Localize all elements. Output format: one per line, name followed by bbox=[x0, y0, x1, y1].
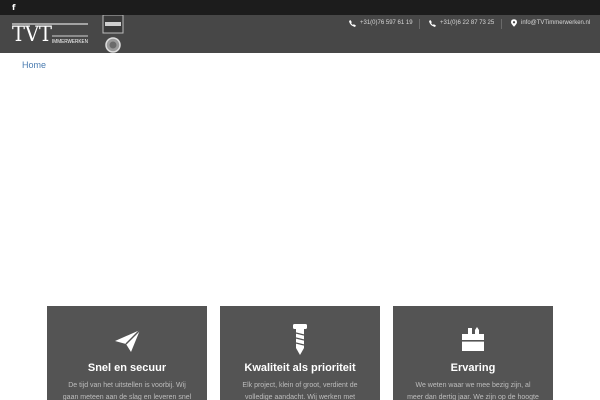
top-bar: f bbox=[0, 0, 600, 15]
card-text: Elk project, klein of groot, verdient de… bbox=[242, 382, 358, 400]
phone-icon bbox=[429, 19, 436, 27]
site-logo[interactable]: TVT IMMERWERKEN bbox=[12, 22, 92, 48]
phone-2-text: +31(0)6 22 87 73 25 bbox=[440, 20, 495, 26]
feature-card-quality: Kwaliteit als prioriteit Elk project, kl… bbox=[220, 306, 380, 400]
phone-2-link[interactable]: +31(0)6 22 87 73 25 bbox=[429, 15, 494, 31]
logo-subtext: IMMERWERKEN bbox=[52, 39, 88, 45]
toolbox-icon bbox=[462, 327, 484, 351]
feature-card-experience: Ervaring We weten waar we mee bezig zijn… bbox=[393, 306, 553, 400]
phone-1-link[interactable]: +31(0)76 597 61 19 bbox=[349, 15, 413, 31]
card-title: Snel en secuur bbox=[87, 362, 167, 374]
email-link[interactable]: info@TVTimmerwerken.nl bbox=[511, 15, 590, 31]
screw-icon bbox=[293, 324, 307, 355]
email-text: info@TVTimmerwerken.nl bbox=[521, 20, 591, 26]
feature-card-speed: Snel en secuur De tijd van het uitstelle… bbox=[47, 306, 207, 400]
phone-icon bbox=[349, 19, 356, 27]
paper-plane-icon bbox=[115, 329, 141, 352]
site-header: TVT IMMERWERKEN +31(0)76 597 61 19 +31(0… bbox=[0, 15, 600, 53]
contact-divider bbox=[419, 19, 420, 29]
phone-1-text: +31(0)76 597 61 19 bbox=[360, 20, 413, 26]
facebook-icon[interactable]: f bbox=[12, 1, 15, 14]
quality-badge-icon bbox=[102, 15, 124, 53]
contact-divider bbox=[501, 19, 502, 29]
card-text: We weten waar we mee bezig zijn, al meer… bbox=[407, 382, 539, 400]
logo-text: TVT bbox=[12, 22, 52, 46]
location-pin-icon bbox=[511, 19, 517, 27]
card-text: De tijd van het uitstellen is voorbij. W… bbox=[62, 382, 192, 400]
card-title: Kwaliteit als prioriteit bbox=[244, 362, 356, 374]
card-title: Ervaring bbox=[450, 362, 496, 374]
breadcrumb-home-link[interactable]: Home bbox=[22, 59, 46, 71]
